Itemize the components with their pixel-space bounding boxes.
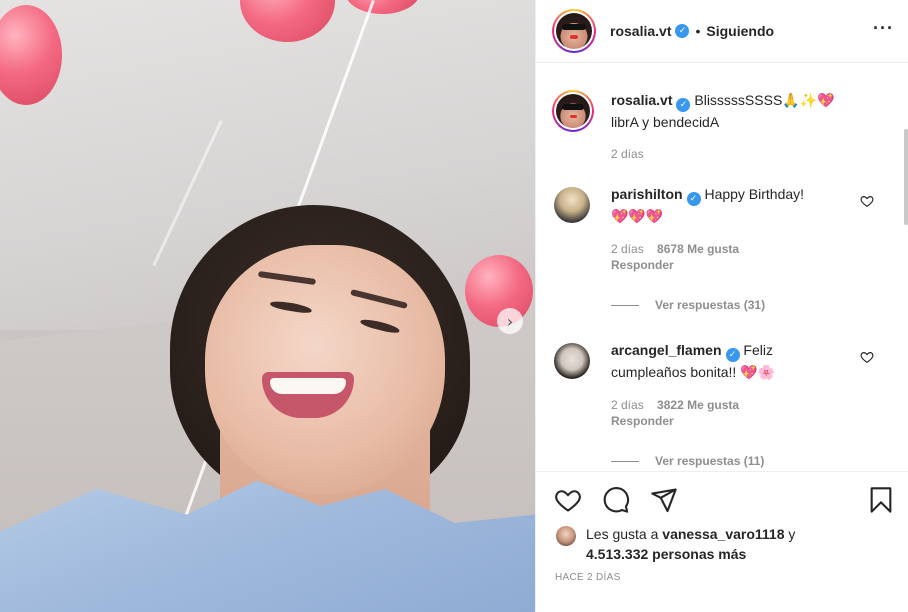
verified-badge-icon: ✓ — [686, 192, 701, 206]
verified-badge-icon: ✓ — [725, 348, 740, 362]
comment-likes[interactable]: 3822 Me gusta — [657, 398, 739, 412]
carousel-next-button[interactable]: › — [497, 308, 523, 334]
comment-item: arcangel_flamen ✓ Feliz cumpleaños bonita… — [536, 340, 908, 471]
comment-username[interactable]: parishilton — [611, 186, 683, 202]
view-replies-label: Ver respuestas (31) — [655, 298, 766, 312]
comment-text: Happy Birthday! — [704, 186, 805, 202]
likes-connector: y — [788, 526, 796, 542]
post-photo[interactable]: › — [0, 0, 535, 612]
post-timestamp[interactable]: HACE 2 DÍAS — [555, 572, 621, 583]
bookmark-icon[interactable] — [867, 486, 895, 514]
teeth — [270, 378, 346, 394]
avatar-image — [556, 13, 592, 49]
post-side-panel: rosalia.vt ✓ • Siguiendo ··· rosalia.vt ✓… — [535, 0, 908, 612]
commenter-avatar[interactable] — [554, 343, 590, 379]
comment-time[interactable]: 2 días — [611, 398, 644, 412]
comment-username[interactable]: arcangel_flamen — [611, 342, 722, 358]
likes-count-link[interactable]: 4.513.332 personas más — [586, 546, 746, 562]
post-actions: Les gusta a vanessa_varo1118 y 4.513.332… — [536, 471, 908, 612]
follow-status-button[interactable]: Siguiendo — [706, 23, 774, 39]
replies-divider — [611, 304, 639, 306]
separator-dot: • — [695, 23, 701, 39]
author-avatar[interactable] — [552, 9, 596, 53]
view-replies-button[interactable]: Ver respuestas (31) — [611, 295, 858, 315]
comment-item: parishilton ✓ Happy Birthday! 💖💖💖 2 días … — [536, 184, 908, 315]
caption-avatar[interactable] — [552, 90, 594, 132]
verified-badge-icon: ✓ — [675, 24, 690, 38]
caption: rosalia.vt ✓ BlisssssSSSS🙏✨💖 librA y bend… — [536, 90, 908, 162]
caption-emojis: 🙏✨💖 — [782, 93, 835, 109]
like-comment-heart-icon[interactable] — [860, 350, 874, 364]
likes-summary: Les gusta a vanessa_varo1118 y 4.513.332… — [556, 524, 896, 564]
commenter-avatar[interactable] — [554, 187, 590, 223]
likes-prefix: Les gusta a — [586, 526, 659, 542]
caption-username[interactable]: rosalia.vt — [611, 92, 672, 108]
ellipsis-icon[interactable]: ··· — [873, 18, 894, 39]
action-icons — [554, 486, 678, 514]
view-replies-label: Ver respuestas (11) — [655, 454, 765, 468]
share-paper-plane-icon[interactable] — [650, 486, 678, 514]
caption-text-line2: librA y bendecidA — [611, 114, 720, 130]
like-heart-icon[interactable] — [554, 486, 582, 514]
comment-emojis: 💖💖💖 — [611, 209, 664, 225]
verified-badge-icon: ✓ — [676, 98, 691, 112]
post-header: rosalia.vt ✓ • Siguiendo ··· — [536, 0, 908, 63]
author-username[interactable]: rosalia.vt — [610, 23, 671, 39]
comment-emojis: 💖🌸 — [740, 365, 776, 381]
comments-list[interactable]: rosalia.vt ✓ BlisssssSSSS🙏✨💖 librA y bend… — [536, 63, 908, 471]
caption-text: BlisssssSSSS — [694, 92, 783, 108]
comment-time[interactable]: 2 días — [611, 242, 644, 256]
replies-divider — [611, 460, 639, 462]
reply-button[interactable]: Responder — [611, 414, 674, 428]
liker-username[interactable]: vanessa_varo1118 — [662, 526, 784, 542]
liker-avatar[interactable] — [556, 526, 576, 546]
reply-button[interactable]: Responder — [611, 258, 674, 272]
comment-likes[interactable]: 8678 Me gusta — [657, 242, 739, 256]
face — [205, 245, 445, 495]
caption-time[interactable]: 2 días — [611, 147, 644, 161]
comment-bubble-icon[interactable] — [602, 486, 630, 514]
chevron-right-icon: › — [506, 311, 514, 331]
like-comment-heart-icon[interactable] — [860, 194, 874, 208]
view-replies-button[interactable]: Ver respuestas (11) — [611, 451, 858, 471]
